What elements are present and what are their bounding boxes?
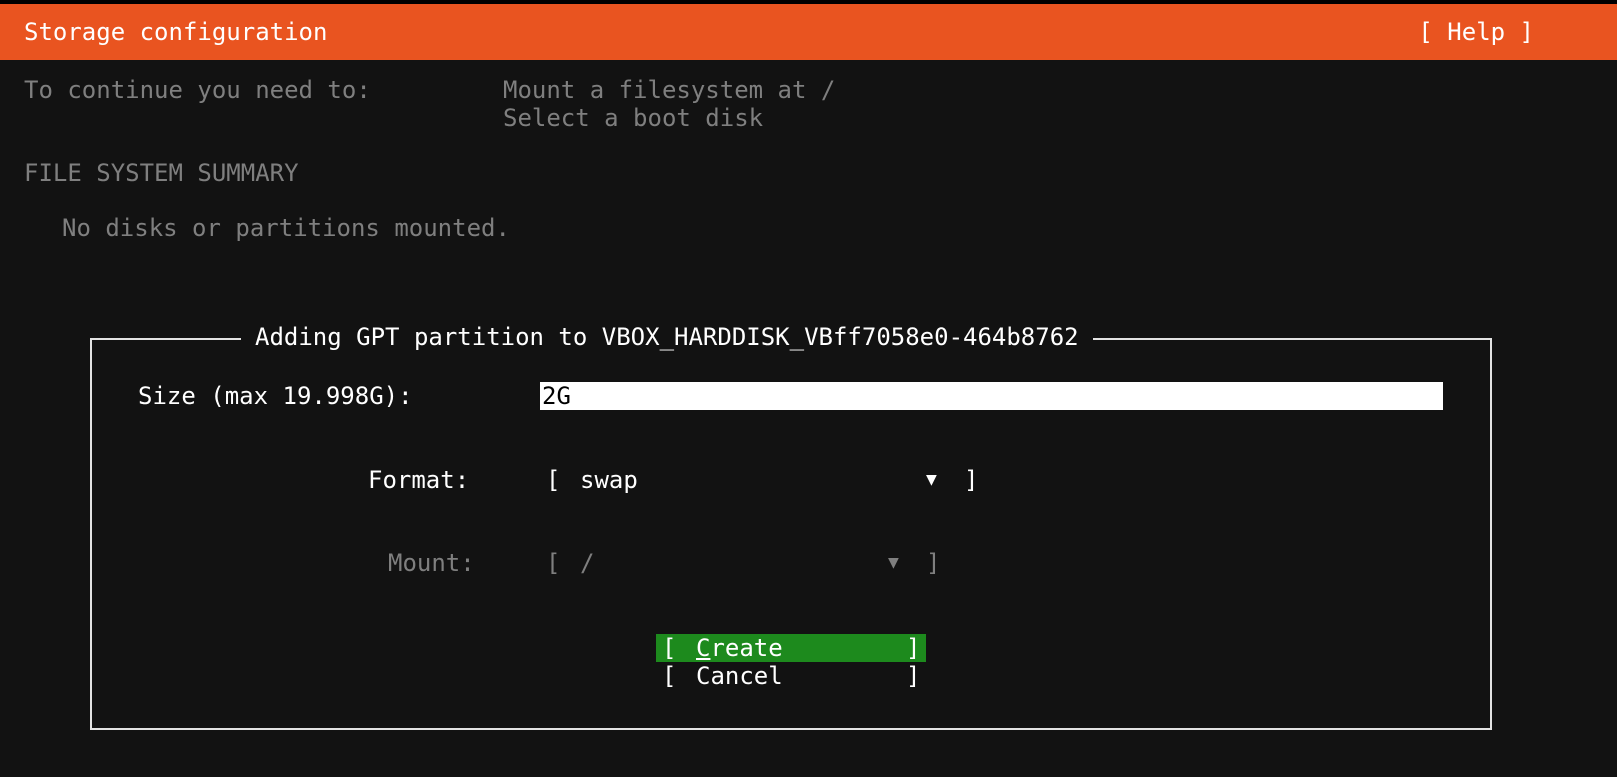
mount-dropdown-open-bracket: [ <box>546 549 561 577</box>
cancel-button-open-bracket: [ <box>662 662 677 690</box>
mount-dropdown-value: / <box>580 549 595 577</box>
format-dropdown-value: swap <box>580 466 638 494</box>
create-button-open-bracket: [ <box>662 634 677 662</box>
cancel-button[interactable]: [ Cancel ] <box>656 662 926 690</box>
requirement-mount-root: Mount a filesystem at / <box>503 76 836 104</box>
format-dropdown-close-bracket: ] <box>964 466 979 494</box>
format-label: Format: <box>368 466 470 494</box>
format-dropdown[interactable]: [ swap ▼ ] <box>546 466 986 494</box>
mount-dropdown-close-bracket: ] <box>926 549 941 577</box>
chevron-down-icon: ▼ <box>888 552 899 573</box>
page-title: Storage configuration <box>24 18 328 46</box>
chevron-down-icon: ▼ <box>926 469 937 490</box>
create-button-label: Create <box>696 634 783 662</box>
cancel-button-close-bracket: ] <box>906 662 921 690</box>
mount-dropdown: [ / ▼ ] <box>546 549 946 577</box>
requirement-boot-disk: Select a boot disk <box>503 104 764 132</box>
app-header: Storage configuration [ Help ] <box>0 4 1617 60</box>
dialog-title: Adding GPT partition to VBOX_HARDDISK_VB… <box>241 323 1093 351</box>
requirements-intro: To continue you need to: <box>24 76 371 104</box>
size-label: Size (max 19.998G): <box>138 382 413 410</box>
filesystem-summary-empty: No disks or partitions mounted. <box>62 214 510 242</box>
help-button[interactable]: [ Help ] <box>1418 18 1534 46</box>
filesystem-summary-heading: FILE SYSTEM SUMMARY <box>24 159 299 187</box>
create-button-close-bracket: ] <box>906 634 921 662</box>
format-dropdown-open-bracket: [ <box>546 466 561 494</box>
mount-label: Mount: <box>388 549 475 577</box>
cancel-button-label: Cancel <box>696 662 783 690</box>
create-button[interactable]: [ Create ] <box>656 634 926 662</box>
size-input[interactable]: 2G <box>540 382 1443 410</box>
